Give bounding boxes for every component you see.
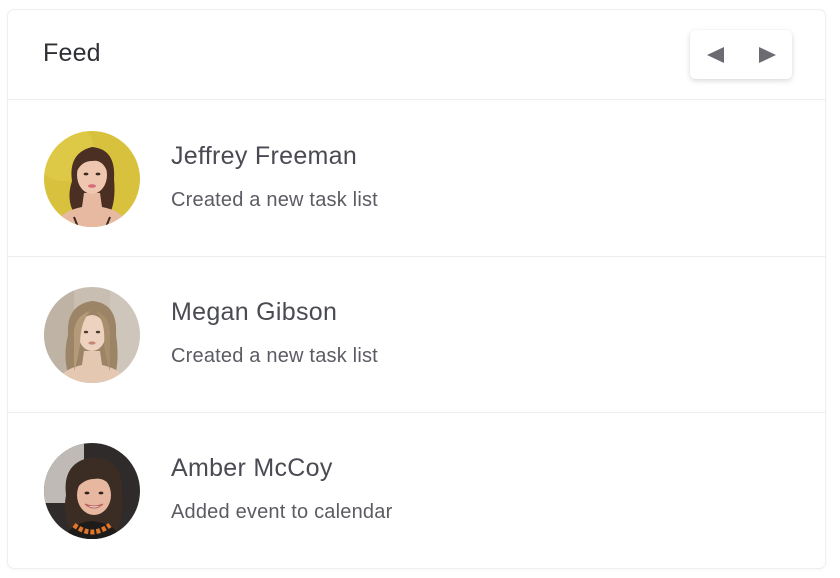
feed-pager bbox=[690, 30, 792, 79]
avatar-photo-megan bbox=[44, 287, 140, 383]
avatar bbox=[44, 131, 140, 227]
previous-button[interactable] bbox=[690, 30, 741, 79]
feed-header: Feed bbox=[8, 10, 825, 100]
avatar bbox=[44, 443, 140, 539]
feed-item-name: Amber McCoy bbox=[171, 454, 333, 482]
feed-item-action: Created a new task list bbox=[171, 189, 378, 211]
feed-card: Feed Jeffrey Freeman Created a new task … bbox=[8, 10, 825, 568]
triangle-left-icon bbox=[706, 46, 724, 63]
feed-item[interactable]: Jeffrey Freeman Created a new task list bbox=[8, 101, 825, 257]
feed-item[interactable]: Amber McCoy Added event to calendar bbox=[8, 413, 825, 568]
feed-item-action: Created a new task list bbox=[171, 345, 378, 367]
avatar bbox=[44, 287, 140, 383]
feed-item-name: Megan Gibson bbox=[171, 298, 338, 326]
feed-item-name: Jeffrey Freeman bbox=[171, 142, 358, 170]
feed-item-action: Added event to calendar bbox=[171, 501, 393, 523]
next-button[interactable] bbox=[741, 30, 792, 79]
avatar-photo-jeffrey bbox=[44, 131, 140, 227]
avatar-photo-amber bbox=[44, 443, 140, 539]
feed-title: Feed bbox=[43, 39, 101, 67]
triangle-right-icon bbox=[758, 46, 776, 63]
feed-item[interactable]: Megan Gibson Created a new task list bbox=[8, 257, 825, 413]
